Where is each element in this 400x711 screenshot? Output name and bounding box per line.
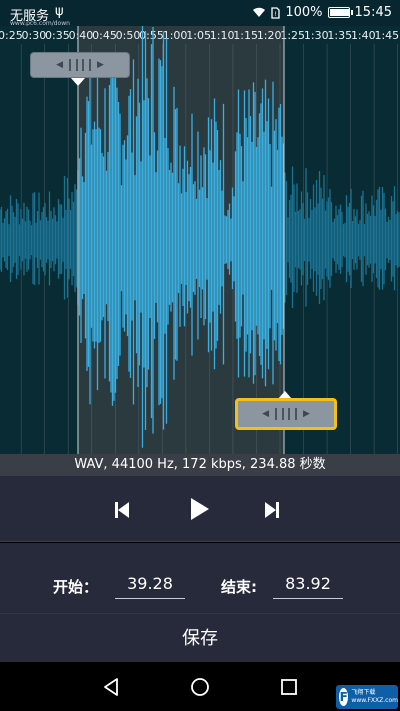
timeline-label: 0:30: [22, 29, 47, 42]
wifi-icon: [253, 7, 266, 17]
timeline-label: 0:50: [116, 29, 141, 42]
status-bar: 无服务 ψ ! 100% 15:45 www.pc6.com/down: [0, 0, 400, 27]
logo-text: 飞翔下载 www.FXXZ.com: [351, 689, 398, 704]
sim-icon: !: [271, 6, 281, 19]
left-arrow-icon: ◀: [56, 60, 63, 70]
end-label: 结束:: [221, 578, 257, 596]
timeline-label: 1:35: [327, 29, 352, 42]
navigation-bar: F 飞翔下载 www.FXXZ.com: [0, 662, 400, 711]
skip-previous-icon[interactable]: [108, 496, 136, 524]
waveform[interactable]: 0:250:300:350:400:450:500:551:001:051:10…: [0, 26, 400, 454]
logo-mark: F: [339, 688, 349, 706]
status-right: ! 100% 15:45: [252, 5, 392, 20]
timeline-label: 1:05: [186, 29, 211, 42]
start-input[interactable]: 39.28: [115, 569, 185, 599]
timeline-label: 1:30: [304, 29, 329, 42]
skip-next-icon[interactable]: [258, 496, 286, 524]
timeline-label: 0:40: [69, 29, 94, 42]
back-icon[interactable]: [100, 676, 122, 698]
clock: 15:45: [354, 5, 392, 20]
watermark-logo: F 飞翔下载 www.FXXZ.com: [336, 685, 398, 709]
recent-apps-icon[interactable]: [278, 676, 300, 698]
timeline-label: 0:35: [45, 29, 70, 42]
home-icon[interactable]: [189, 676, 211, 698]
battery-percent: 100%: [285, 5, 323, 20]
end-handle[interactable]: ◀ ▶: [235, 398, 337, 430]
audio-info: WAV, 44100 Hz, 172 kbps, 234.88 秒数: [0, 454, 400, 476]
grip-icon: [275, 408, 297, 420]
range-row: 开始： 39.28 结束: 83.92: [0, 543, 400, 613]
right-arrow-icon: ▶: [303, 409, 310, 419]
usb-icon: ψ: [55, 4, 64, 19]
timeline-label: 1:10: [210, 29, 235, 42]
playback-controls: [0, 476, 400, 542]
left-arrow-icon: ◀: [262, 409, 269, 419]
right-arrow-icon: ▶: [97, 60, 104, 70]
grip-icon: [69, 59, 91, 71]
end-input[interactable]: 83.92: [273, 569, 343, 599]
start-label: 开始：: [53, 578, 99, 596]
start-handle[interactable]: ◀ ▶: [30, 52, 130, 78]
play-icon[interactable]: [183, 493, 215, 525]
timeline-label: 1:45: [374, 29, 399, 42]
save-button[interactable]: 保存: [0, 613, 400, 662]
start-marker-pointer: [71, 78, 85, 86]
battery-icon: [327, 7, 353, 18]
timeline-label: 1:20: [257, 29, 282, 42]
waveform-area[interactable]: 0:25 0:30 0:35 0:40 0:45 0:50 0:55 1:00 1:05 1:10…: [0, 26, 400, 454]
timeline-label: 0:25: [0, 29, 23, 42]
timeline-label: 0:45: [92, 29, 117, 42]
svg-text:!: !: [275, 11, 277, 18]
timeline-label: 1:15: [233, 29, 258, 42]
timeline-label: 1:40: [351, 29, 376, 42]
